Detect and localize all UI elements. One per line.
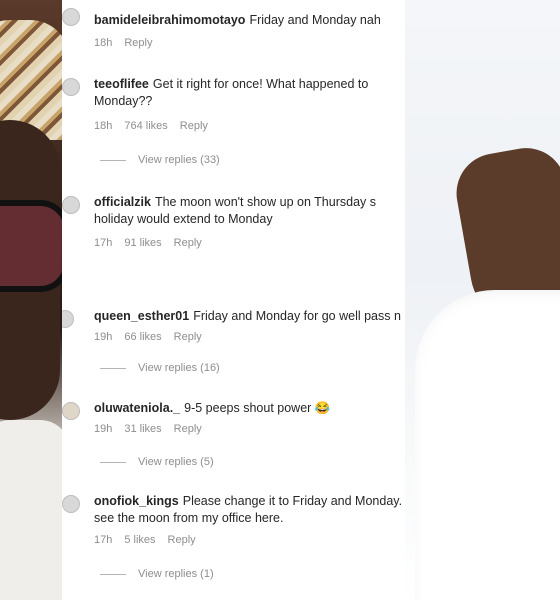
comment-body: Please change it to Friday and Monday. bbox=[182, 494, 403, 508]
comment-likes[interactable]: 764 likes bbox=[124, 120, 167, 132]
view-replies-button[interactable]: View replies (16) bbox=[100, 362, 220, 374]
reply-button[interactable]: Reply bbox=[124, 37, 152, 49]
comment-text: teeoflifee Get it right for once! What ha… bbox=[94, 76, 405, 93]
comment-body: The moon won't show up on Thursday s bbox=[154, 195, 376, 209]
user-avatar[interactable] bbox=[62, 495, 80, 513]
comment-text: onofiok_kings Please change it to Friday … bbox=[94, 493, 405, 510]
comment-likes[interactable]: 5 likes bbox=[124, 534, 155, 546]
comment-text: officialzik The moon won't show up on Thu… bbox=[94, 194, 405, 211]
reply-button[interactable]: Reply bbox=[174, 237, 202, 249]
view-replies-label: View replies (5) bbox=[138, 456, 214, 468]
right-photo bbox=[405, 0, 560, 600]
reply-button[interactable]: Reply bbox=[168, 534, 196, 546]
comment-body: Get it right for once! What happened to bbox=[152, 77, 369, 91]
comment-username[interactable]: onofiok_kings bbox=[94, 494, 179, 508]
comment-username[interactable]: teeoflifee bbox=[94, 77, 149, 91]
comment-username[interactable]: officialzik bbox=[94, 195, 151, 209]
comment-meta: 18h 764 likes Reply bbox=[94, 120, 220, 132]
comment-meta: 17h 5 likes Reply bbox=[94, 534, 208, 546]
comment-body: Friday and Monday for go well pass n bbox=[193, 309, 401, 323]
comment-time: 19h bbox=[94, 423, 113, 435]
reply-button[interactable]: Reply bbox=[174, 331, 202, 343]
comment-meta: 18h Reply bbox=[94, 37, 164, 49]
user-avatar[interactable] bbox=[62, 8, 80, 26]
reply-button[interactable]: Reply bbox=[180, 120, 208, 132]
comment-text-continued: Monday?? bbox=[94, 94, 153, 108]
comment-time: 17h bbox=[94, 237, 113, 249]
view-replies-button[interactable]: View replies (5) bbox=[100, 456, 214, 468]
user-avatar[interactable] bbox=[62, 78, 80, 96]
comment-meta: 19h 31 likes Reply bbox=[94, 423, 214, 435]
robe bbox=[0, 420, 62, 600]
view-replies-button[interactable]: View replies (1) bbox=[100, 568, 214, 580]
comment-text: bamideleibrahimomotayo Friday and Monday … bbox=[94, 12, 405, 29]
comment-likes[interactable]: 91 likes bbox=[124, 237, 161, 249]
view-replies-button[interactable]: View replies (33) bbox=[100, 154, 220, 166]
replies-divider bbox=[100, 159, 126, 161]
view-replies-label: View replies (33) bbox=[138, 154, 220, 166]
view-replies-label: View replies (1) bbox=[138, 568, 214, 580]
white-robe bbox=[415, 290, 560, 600]
comment-time: 18h bbox=[94, 37, 113, 49]
comment-meta: 19h 66 likes Reply bbox=[94, 331, 214, 343]
left-photo bbox=[0, 0, 62, 600]
comment-likes[interactable]: 31 likes bbox=[124, 423, 161, 435]
view-replies-label: View replies (16) bbox=[138, 362, 220, 374]
comment-username[interactable]: oluwateniola._ bbox=[94, 401, 180, 415]
reply-button[interactable]: Reply bbox=[174, 423, 202, 435]
comment-time: 19h bbox=[94, 331, 113, 343]
user-avatar[interactable] bbox=[62, 310, 74, 328]
comment-text-continued: holiday would extend to Monday bbox=[94, 212, 273, 226]
comment-body: Friday and Monday nah bbox=[249, 13, 381, 27]
comment-username[interactable]: bamideleibrahimomotayo bbox=[94, 13, 245, 27]
user-avatar[interactable] bbox=[62, 402, 80, 420]
comment-likes[interactable]: 66 likes bbox=[124, 331, 161, 343]
glasses bbox=[0, 200, 62, 292]
comment-text: queen_esther01 Friday and Monday for go w… bbox=[94, 308, 405, 325]
comment-text: oluwateniola._ 9-5 peeps shout power 😂 bbox=[94, 400, 405, 417]
comment-body: 9-5 peeps shout power 😂 bbox=[184, 401, 331, 415]
replies-divider bbox=[100, 367, 126, 369]
comments-panel: bamideleibrahimomotayo Friday and Monday … bbox=[62, 0, 405, 600]
comment-text-continued: see the moon from my office here. bbox=[94, 511, 284, 525]
comment-time: 18h bbox=[94, 120, 113, 132]
comment-username[interactable]: queen_esther01 bbox=[94, 309, 189, 323]
user-avatar[interactable] bbox=[62, 196, 80, 214]
replies-divider bbox=[100, 461, 126, 463]
comment-time: 17h bbox=[94, 534, 113, 546]
comment-meta: 17h 91 likes Reply bbox=[94, 237, 214, 249]
replies-divider bbox=[100, 573, 126, 575]
